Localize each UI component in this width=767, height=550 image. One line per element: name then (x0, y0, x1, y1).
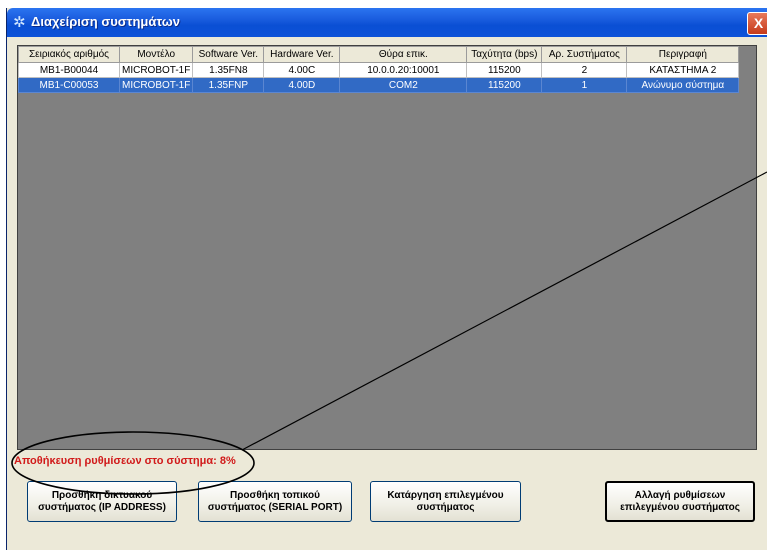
add-network-system-button[interactable]: Προσθήκη δικτυακού συστήματος (IP ADDRES… (27, 481, 177, 522)
cell-port: COM2 (339, 77, 468, 93)
column-header[interactable]: Software Ver. (192, 46, 265, 63)
column-header[interactable]: Περιγραφή (626, 46, 740, 63)
cell-port: 10.0.0.20:10001 (339, 62, 468, 78)
cell-model: MICROBOT-1F (118, 77, 194, 93)
cell-speed: 115200 (466, 77, 543, 93)
column-header[interactable]: Hardware Ver. (263, 46, 341, 63)
cell-speed: 115200 (466, 62, 543, 78)
cell-description: Ανώνυμο σύστημα (626, 77, 740, 93)
close-button[interactable]: X (747, 12, 767, 35)
cell-description: ΚΑΤΑΣΤΗΜΑ 2 (626, 62, 740, 78)
cell-hardware-version: 4.00D (263, 77, 341, 93)
save-progress-status: Αποθήκευση ρυθμίσεων στο σύστημα: 8% (14, 455, 236, 467)
remove-selected-system-label: Κατάργηση επιλεγμένου συστήματος (387, 489, 504, 513)
cell-software-version: 1.35FNP (192, 77, 265, 93)
cell-hardware-version: 4.00C (263, 62, 341, 78)
gear-icon: ✲ (13, 13, 26, 31)
title-bar[interactable]: ✲ Διαχείριση συστημάτων X (7, 8, 767, 37)
cell-software-version: 1.35FN8 (192, 62, 265, 78)
cell-serial-number: MB1-C00053 (18, 77, 120, 93)
cell-serial-number: MB1-B00044 (18, 62, 120, 78)
column-header[interactable]: Μοντέλο (118, 46, 194, 63)
column-header[interactable]: Αρ. Συστήματος (541, 46, 628, 63)
system-management-window: ✲ Διαχείριση συστημάτων X Σειριακός αριθ… (6, 8, 767, 550)
systems-grid[interactable]: Σειριακός αριθμός Μοντέλο Software Ver. … (17, 45, 757, 450)
table-row-selected[interactable]: MB1-C00053 MICROBOT-1F 1.35FNP 4.00D COM… (18, 77, 740, 93)
column-header[interactable]: Ταχύτητα (bps) (466, 46, 543, 63)
table-row[interactable]: MB1-B00044 MICROBOT-1F 1.35FN8 4.00C 10.… (18, 62, 740, 78)
remove-selected-system-button[interactable]: Κατάργηση επιλεγμένου συστήματος (370, 481, 521, 522)
column-header[interactable]: Θύρα επικ. (339, 46, 468, 63)
cell-system-number: 1 (541, 77, 628, 93)
window-title: Διαχείριση συστημάτων (31, 14, 181, 29)
add-local-system-label: Προσθήκη τοπικού συστήματος (SERIAL PORT… (207, 489, 343, 513)
systems-table: Σειριακός αριθμός Μοντέλο Software Ver. … (18, 46, 740, 93)
change-settings-label: Αλλαγή ρυθμίσεων επιλεγμένου συστήματος (620, 489, 740, 513)
column-header[interactable]: Σειριακός αριθμός (18, 46, 120, 63)
change-settings-button[interactable]: Αλλαγή ρυθμίσεων επιλεγμένου συστήματος (605, 481, 755, 522)
add-local-system-button[interactable]: Προσθήκη τοπικού συστήματος (SERIAL PORT… (198, 481, 352, 522)
add-network-system-label: Προσθήκη δικτυακού συστήματος (IP ADDRES… (38, 489, 166, 513)
table-header-row: Σειριακός αριθμός Μοντέλο Software Ver. … (18, 46, 740, 63)
cell-model: MICROBOT-1F (118, 62, 194, 78)
cell-system-number: 2 (541, 62, 628, 78)
